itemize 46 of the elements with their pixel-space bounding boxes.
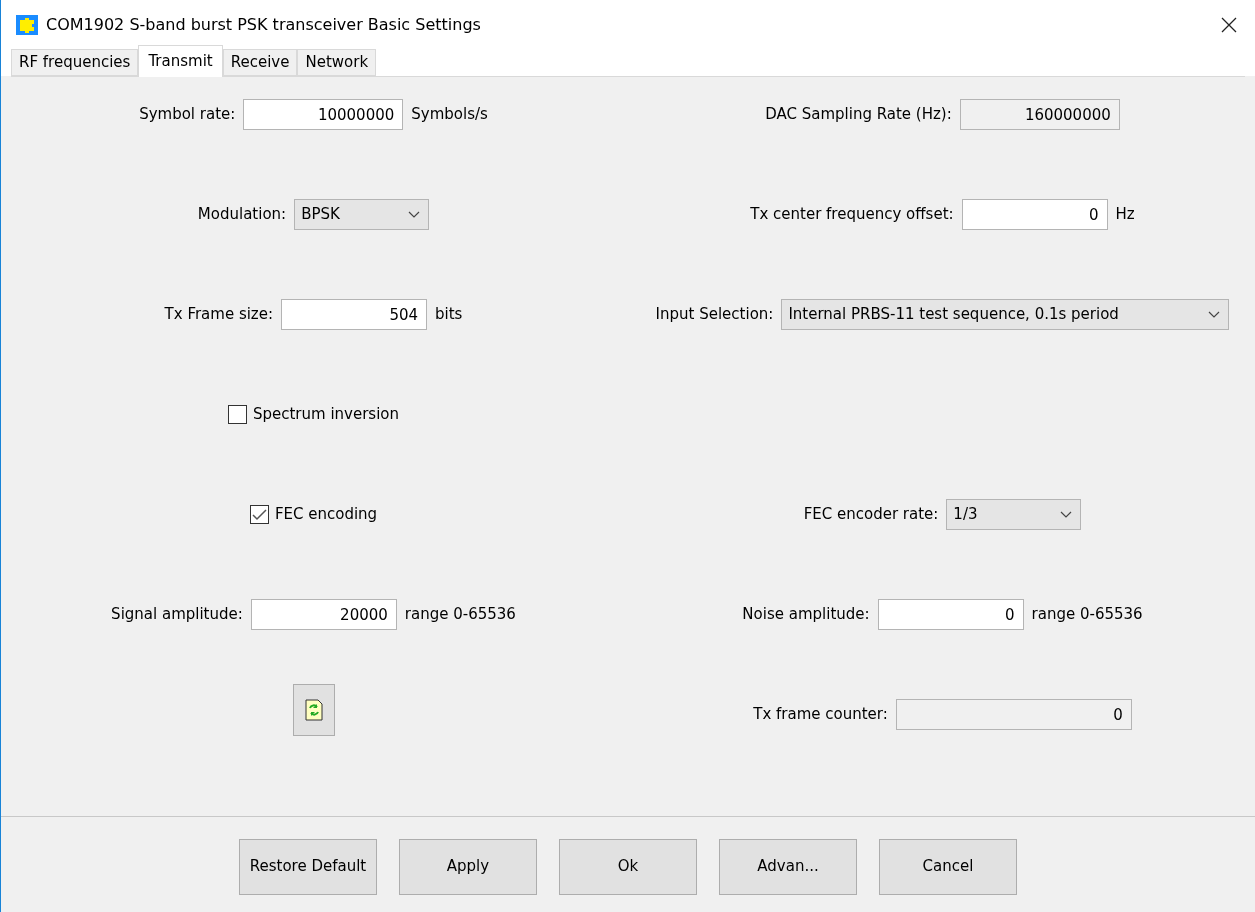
dropdown[interactable]: Internal PRBS-11 test sequence, 0.1s period [781,299,1230,330]
chevron-down-icon [1208,311,1221,318]
checkbox-option[interactable]: Spectrum inversion [227,403,400,426]
refresh-document-icon [304,698,323,721]
field-label: Noise amplitude: [742,604,870,626]
dialog-button[interactable]: Ok [559,838,697,895]
refresh-button[interactable] [292,683,335,736]
readonly-field[interactable]: 0 [895,699,1132,730]
checkbox[interactable] [249,505,269,524]
unit-label: range 0-65536 [1031,604,1143,626]
unit-label: Hz [1115,204,1135,226]
text-field[interactable]: 20000 [250,599,397,630]
text-field[interactable]: 10000000 [243,99,404,130]
field-label: Modulation: [197,204,287,226]
tab[interactable]: Receive [222,49,298,76]
close-icon [1221,17,1237,33]
field-label: Tx Frame size: [164,304,274,326]
dropdown[interactable]: 1/3 [946,499,1082,530]
field-label: Tx center frequency offset: [750,204,954,226]
dialog-button[interactable]: Restore Default [239,838,377,895]
unit-label: range 0-65536 [404,604,516,626]
chevron-down-icon [408,211,421,218]
unit-label: Symbols/s [411,104,488,126]
field-label: Symbol rate: [139,104,236,126]
field-label: Input Selection: [655,304,774,326]
checkbox-option[interactable]: FEC encoding [249,503,378,526]
text-field[interactable]: 0 [877,599,1024,630]
puzzle-icon [16,15,38,35]
text-field[interactable]: 0 [961,199,1108,230]
readonly-field[interactable]: 160000000 [959,99,1120,130]
dropdown[interactable]: BPSK [294,199,430,230]
tab[interactable]: Network [297,49,377,76]
field-label: DAC Sampling Rate (Hz): [765,104,952,126]
checkbox[interactable] [227,405,247,424]
window-title: COM1902 S-band burst PSK transceiver Basic Settings [46,14,482,36]
dialog-button[interactable]: Cancel [879,838,1017,895]
field-label: FEC encoder rate: [803,504,939,526]
field-label: Tx frame counter: [753,704,888,726]
text-field[interactable]: 504 [281,299,428,330]
tab[interactable]: RF frequencies [11,49,139,76]
dialog-button[interactable]: Advan... [719,838,857,895]
chevron-down-icon [1060,511,1073,518]
unit-label: bits [435,304,463,326]
tab[interactable]: Transmit [138,45,223,77]
field-label: Signal amplitude: [111,604,243,626]
dialog-button[interactable]: Apply [399,838,537,895]
